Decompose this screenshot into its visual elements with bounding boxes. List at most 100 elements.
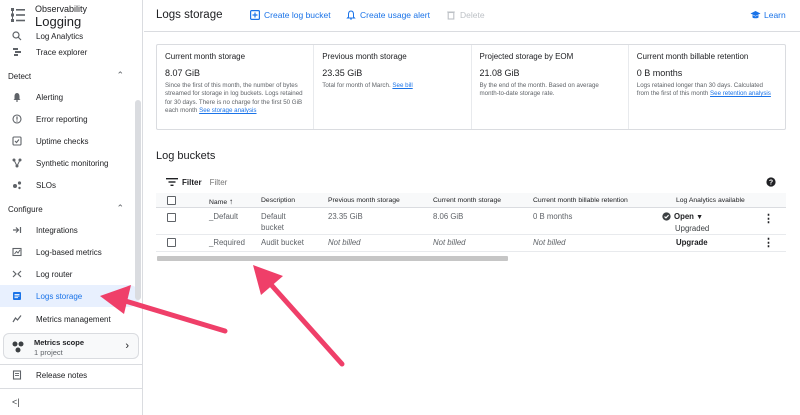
school-icon	[750, 9, 761, 20]
card-value: 8.07 GiB	[165, 68, 201, 78]
card-current-month-storage: Current month storage 8.07 GiB Since the…	[157, 45, 315, 129]
alert-add-icon	[346, 9, 357, 20]
more-vert-icon[interactable]: ⋮	[763, 236, 774, 249]
card-desc: Total for month of March. See bill	[322, 82, 462, 90]
error-reporting-icon	[11, 114, 22, 125]
col-log-analytics: Log Analytics available	[676, 197, 745, 204]
sort-arrow-up-icon: ↑	[229, 197, 234, 206]
card-title: Projected storage by EOM	[479, 52, 574, 61]
col-name-label: Name	[209, 199, 228, 206]
sidebar-item-label: Logs storage	[36, 291, 83, 301]
billable-retention: Not billed	[533, 238, 566, 247]
current-month-storage: Not billed	[433, 238, 466, 247]
metrics-scope-subtitle: 1 project	[34, 348, 63, 357]
current-month-storage: 8.06 GiB	[433, 212, 464, 221]
upgrade-button[interactable]: Upgrade	[676, 238, 708, 247]
add-box-icon	[250, 9, 261, 20]
card-value: 23.35 GiB	[322, 68, 363, 78]
sidebar-item-integrations[interactable]: Integrations	[0, 219, 140, 241]
chevron-up-icon[interactable]: ⌃	[116, 70, 124, 81]
sidebar-item-log-router[interactable]: Log router	[0, 263, 140, 285]
bucket-name[interactable]: _Default	[209, 212, 238, 221]
row-checkbox[interactable]	[167, 213, 176, 222]
sidebar-item-release-notes[interactable]: Release notes	[0, 364, 140, 386]
metrics-scope-icon	[12, 341, 24, 353]
sidebar-item-label: Integrations	[36, 225, 78, 235]
collapse-icon[interactable]: <|	[12, 397, 20, 407]
bucket-name[interactable]: _Required	[209, 238, 245, 247]
col-description: Description	[261, 197, 295, 204]
card-projected-storage: Projected storage by EOM 21.08 GiB By th…	[472, 45, 629, 129]
sidebar-scrollbar[interactable]	[135, 100, 141, 300]
sidebar-item-label: Alerting	[36, 92, 64, 102]
card-title: Previous month storage	[322, 52, 407, 61]
table-header: Name ↑ Description Previous month storag…	[156, 193, 786, 208]
sidebar-item-label: Release notes	[36, 370, 88, 380]
col-previous-month-storage: Previous month storage	[328, 197, 400, 204]
app-root: Observability Logging Log Analytics Trac…	[0, 0, 800, 415]
delete-label: Delete	[460, 9, 485, 20]
card-title: Current month storage	[165, 52, 246, 61]
create-usage-alert-button[interactable]: Create usage alert	[346, 9, 430, 20]
sidebar-item-slos[interactable]: SLOs	[0, 174, 140, 196]
metrics-mgmt-icon	[11, 314, 22, 325]
card-desc: By the end of the month. Based on averag…	[480, 82, 620, 99]
previous-month-storage: Not billed	[328, 238, 361, 247]
svg-text:?: ?	[769, 180, 773, 187]
more-vert-icon[interactable]: ⋮	[763, 212, 774, 225]
page-title: Logs storage	[156, 9, 223, 21]
sidebar: Observability Logging Log Analytics Trac…	[0, 0, 143, 415]
retention-analysis-link[interactable]: See retention analysis	[710, 90, 771, 97]
log-buckets-title: Log buckets	[156, 150, 216, 162]
trace-icon	[11, 47, 22, 58]
sidebar-item-label: Error reporting	[36, 114, 88, 124]
metrics-scope-button[interactable]: Metrics scope 1 project ›	[3, 333, 139, 359]
section-detect: Detect	[8, 72, 32, 81]
release-notes-icon	[11, 370, 22, 381]
open-button[interactable]: Open ▼	[674, 212, 703, 221]
card-title: Current month billable retention	[636, 52, 749, 61]
card-desc: Since the first of this month, the numbe…	[165, 82, 305, 115]
see-bill-link[interactable]: See bill	[392, 82, 412, 89]
select-all-checkbox[interactable]	[167, 196, 176, 205]
learn-button[interactable]: Learn	[750, 9, 786, 20]
table-horizontal-scrollbar[interactable]	[157, 256, 508, 261]
previous-month-storage: 23.35 GiB	[328, 212, 363, 221]
bucket-description-line: Default	[261, 212, 286, 221]
sidebar-item-metrics-management[interactable]: Metrics management	[0, 308, 140, 330]
create-log-bucket-button[interactable]: Create log bucket	[250, 9, 331, 20]
trash-icon	[446, 9, 457, 20]
arrow-to-scrollbar	[253, 265, 345, 367]
filter-icon	[166, 178, 178, 186]
sidebar-item-alerting[interactable]: Alerting	[0, 86, 140, 108]
log-buckets-table: Name ↑ Description Previous month storag…	[156, 193, 786, 252]
sidebar-item-label: Log router	[36, 269, 73, 279]
sidebar-item-log-based-metrics[interactable]: Log-based metrics	[0, 241, 140, 263]
create-log-bucket-label: Create log bucket	[264, 9, 331, 20]
col-name[interactable]: Name ↑	[209, 197, 233, 206]
help-icon[interactable]: ?	[766, 177, 776, 187]
card-value: 21.08 GiB	[479, 68, 520, 78]
filter-bar: Filter ?	[156, 172, 784, 192]
row-checkbox[interactable]	[167, 238, 176, 247]
sidebar-item-logs-storage[interactable]: Logs storage	[0, 285, 140, 307]
log-metrics-icon	[11, 247, 22, 258]
storage-analysis-link[interactable]: See storage analysis	[199, 107, 256, 114]
delete-button[interactable]: Delete	[446, 9, 485, 20]
section-configure: Configure	[8, 205, 43, 214]
sidebar-item-synthetic-monitoring[interactable]: Synthetic monitoring	[0, 152, 140, 174]
filter-input[interactable]	[209, 177, 410, 187]
bucket-description-line: bucket	[261, 223, 284, 232]
sidebar-item-trace-explorer[interactable]: Trace explorer	[0, 41, 140, 63]
sidebar-item-uptime-checks[interactable]: Uptime checks	[0, 130, 140, 152]
table-row: _Default Default bucket 23.35 GiB 8.06 Gi…	[156, 208, 786, 235]
sidebar-item-error-reporting[interactable]: Error reporting	[0, 108, 140, 130]
card-billable-retention: Current month billable retention 0 B mon…	[629, 45, 785, 129]
metrics-scope-title: Metrics scope	[34, 338, 85, 347]
bucket-description: Audit bucket	[261, 238, 304, 247]
chevron-up-icon[interactable]: ⌃	[116, 203, 124, 214]
learn-label: Learn	[764, 9, 786, 20]
sidebar-item-label: Uptime checks	[36, 136, 89, 146]
sidebar-item-label: Synthetic monitoring	[36, 158, 109, 168]
topbar: Logs storage Create log bucket Create us…	[144, 0, 800, 32]
